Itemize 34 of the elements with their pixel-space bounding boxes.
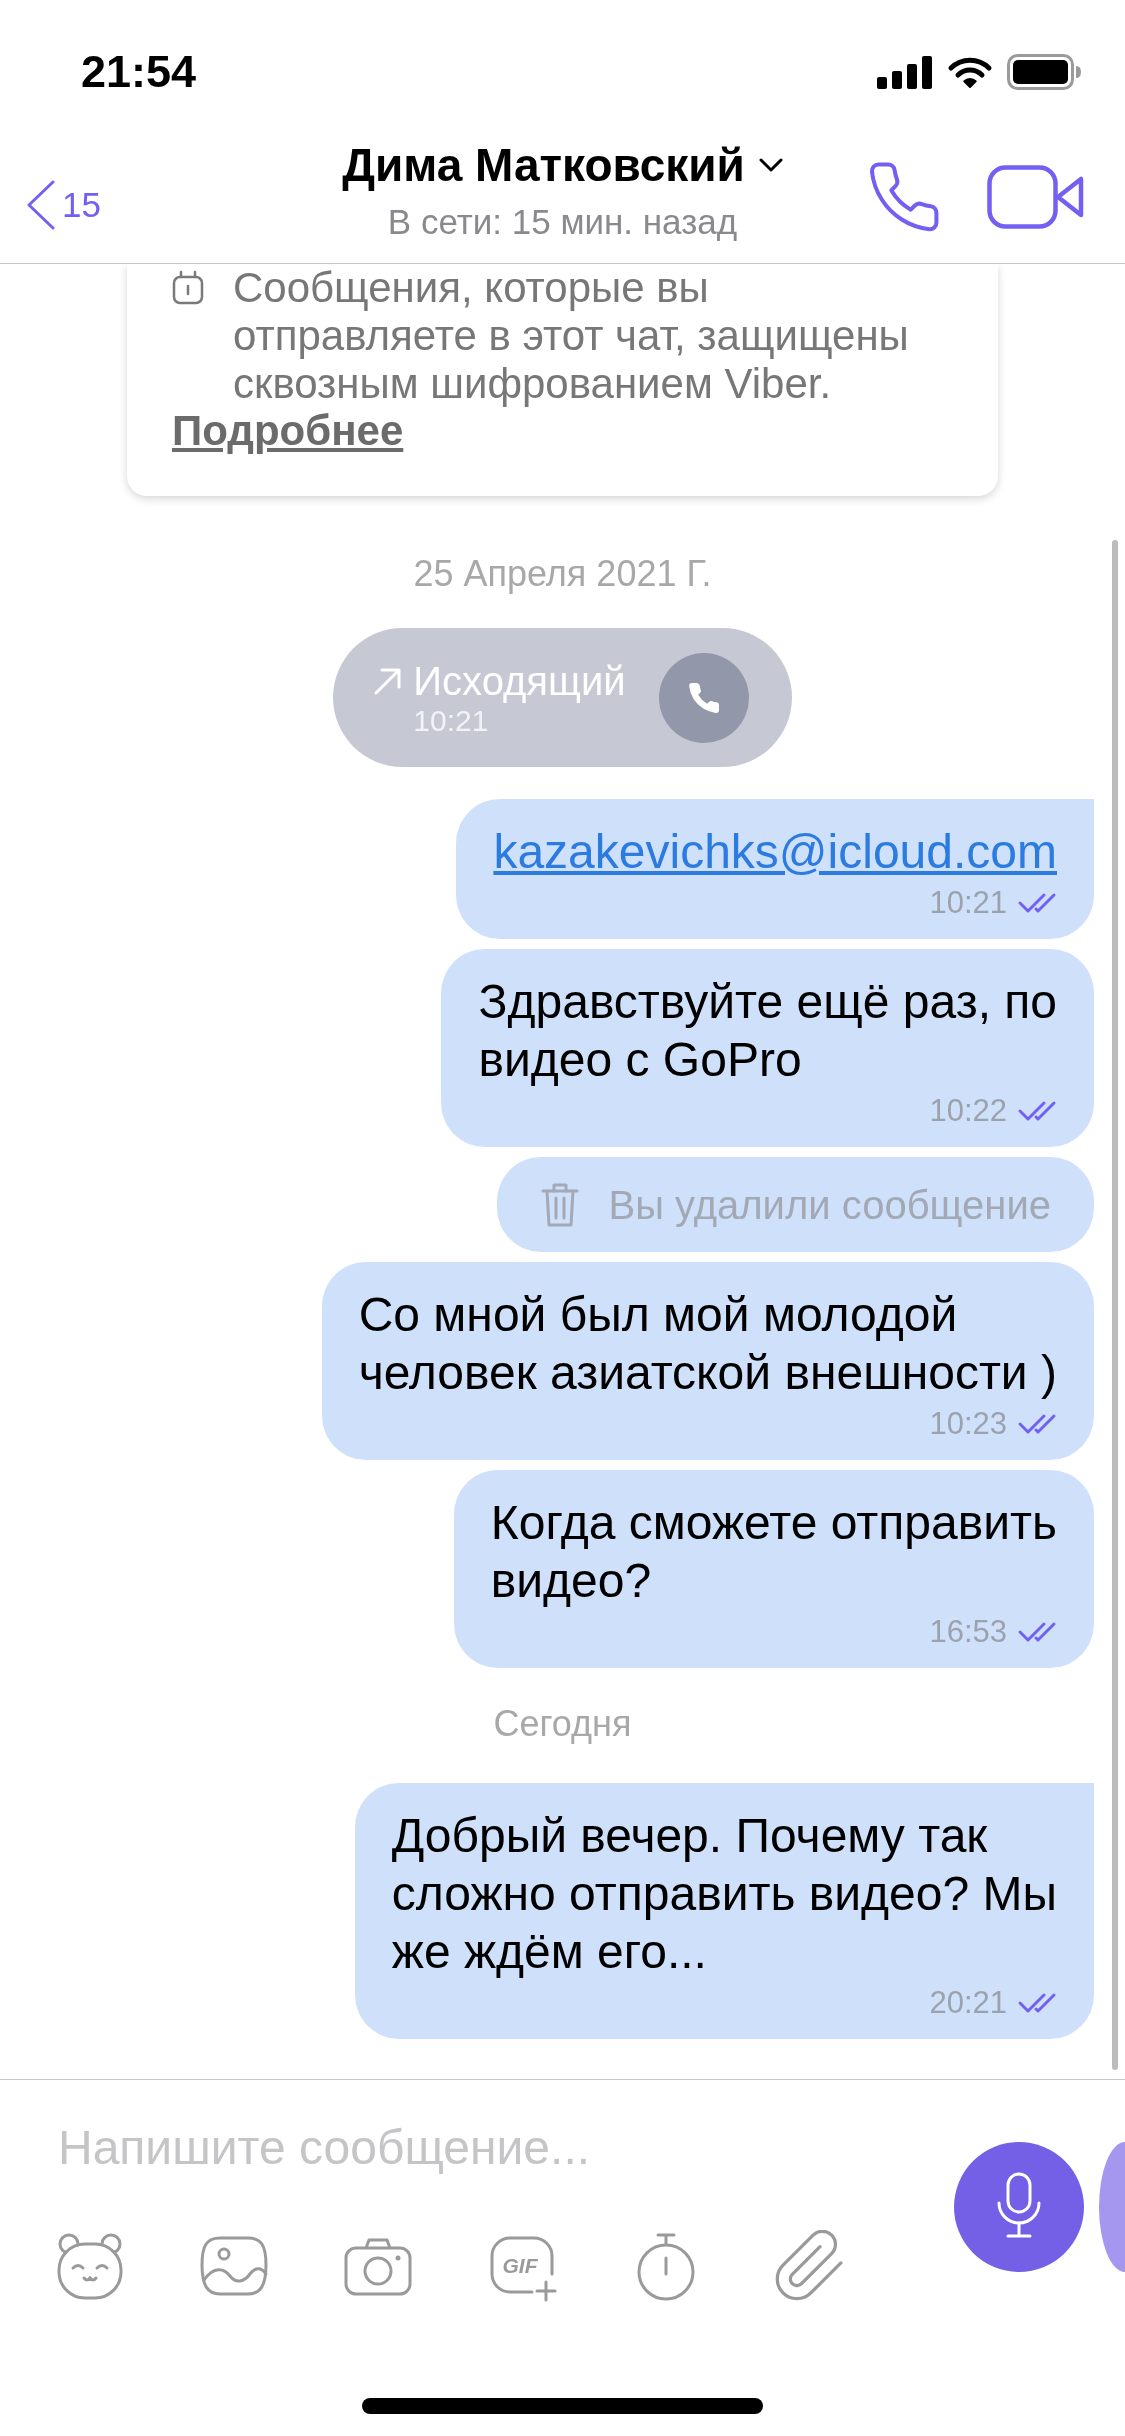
call-button[interactable]	[869, 162, 939, 232]
message-text: Когда сможете отправить видео?	[490, 1495, 1057, 1610]
message-time: 10:22	[929, 1093, 1007, 1130]
back-button[interactable]: 15	[26, 180, 101, 230]
contact-name-button[interactable]: Дима Матковский	[342, 140, 783, 190]
message-text: Добрый вечер. Почему так сложно отправить видео? Мы же ждём его...	[391, 1808, 1057, 1981]
video-camera-icon	[987, 165, 1085, 229]
message-text: Со мной был мой молодой человек азиатской внешности )	[358, 1287, 1057, 1402]
call-label: Исходящий	[413, 657, 626, 704]
battery-icon	[1007, 54, 1083, 90]
date-label: Сегодня	[493, 1704, 632, 1745]
chevron-down-icon	[758, 157, 783, 173]
lock-icon	[172, 269, 204, 305]
deleted-message-text: Вы удалили сообщение	[608, 1181, 1051, 1228]
message-text: Здравствуйте ещё раз, по видео с GoPro	[478, 974, 1057, 1089]
status-time: 21:54	[81, 46, 197, 98]
message-time: 10:21	[929, 885, 1007, 922]
message-time: 10:23	[929, 1406, 1007, 1443]
chevron-left-icon	[26, 180, 56, 230]
message-time: 16:53	[929, 1614, 1007, 1651]
last-seen-text: В сети: 15 мин. назад	[387, 202, 738, 242]
phone-icon[interactable]	[658, 652, 749, 743]
trash-icon	[540, 1181, 581, 1228]
phone-icon	[869, 162, 939, 232]
learn-more-link[interactable]: Подробнее	[172, 407, 404, 456]
message-time: 20:21	[929, 1985, 1007, 2022]
signal-icon	[877, 55, 933, 89]
encryption-notice-text: Сообщения, которые вы отправляете в этот чат, защищены сквозным шифрованием Viber.	[233, 264, 909, 408]
wifi-icon	[947, 55, 993, 89]
paperclip-icon[interactable]	[774, 2230, 846, 2302]
date-label: 25 Апреля 2021 Г.	[413, 554, 712, 595]
video-call-button[interactable]	[987, 165, 1085, 229]
message-input[interactable]: Напишите сообщение...	[58, 2112, 878, 2182]
email-link[interactable]: kazakevichks@icloud.com	[493, 823, 1057, 882]
